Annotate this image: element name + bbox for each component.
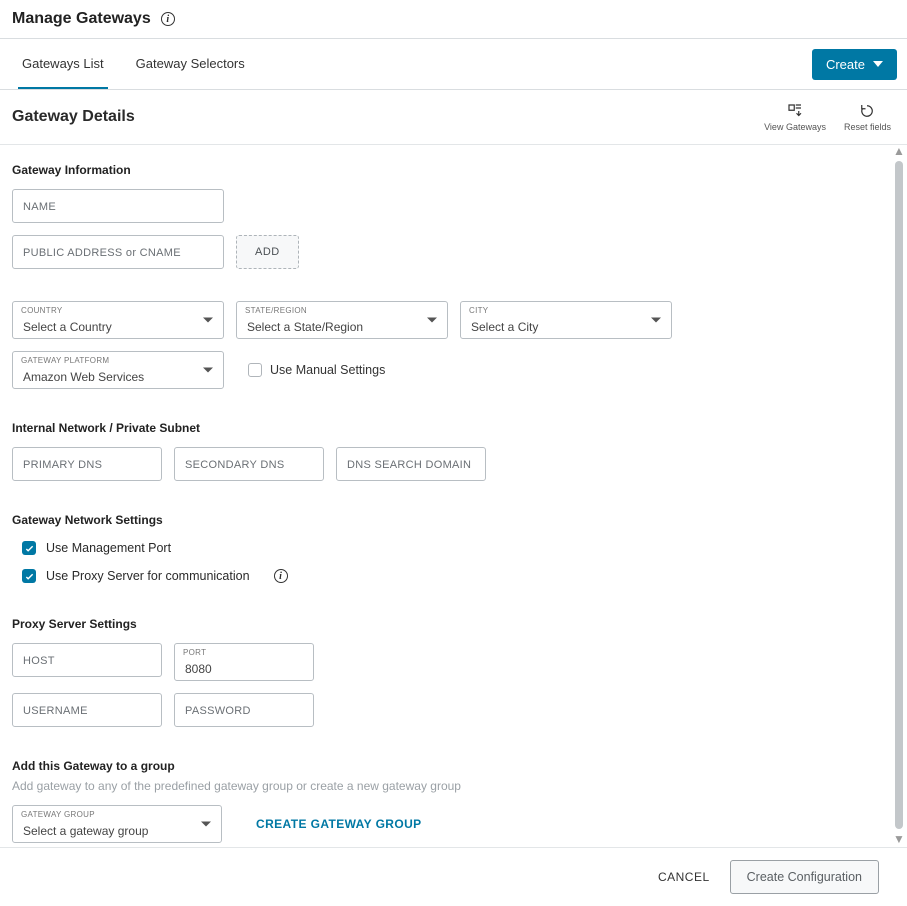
add-button[interactable]: ADD (236, 235, 299, 269)
view-gateways-label: View Gateways (764, 122, 826, 132)
tab-gateway-selectors[interactable]: Gateway Selectors (132, 39, 249, 89)
primary-dns-input[interactable] (13, 448, 161, 480)
use-proxy-checkbox[interactable]: Use Proxy Server for communication i (22, 569, 877, 583)
header-actions: View Gateways Reset fields (764, 102, 891, 132)
info-icon[interactable]: i (274, 569, 288, 583)
state-select[interactable]: STATE/REGION Select a State/Region (236, 301, 448, 339)
chevron-down-icon (873, 61, 883, 67)
details-title: Gateway Details (12, 108, 135, 126)
country-label: COUNTRY (21, 306, 63, 315)
scrollbar[interactable]: ▲ ▼ (893, 145, 905, 845)
use-proxy-label: Use Proxy Server for communication (46, 569, 250, 583)
form-body: Gateway Information ADD COUNTRY Select a… (0, 145, 907, 845)
primary-dns-field[interactable] (12, 447, 162, 481)
footer: CANCEL Create Configuration (0, 847, 907, 906)
page-header: Manage Gateways i (0, 0, 907, 34)
create-configuration-button[interactable]: Create Configuration (730, 860, 879, 894)
proxy-host-input[interactable] (13, 644, 161, 676)
secondary-dns-field[interactable] (174, 447, 324, 481)
state-label: STATE/REGION (245, 306, 307, 315)
create-button[interactable]: Create (812, 49, 897, 80)
proxy-username-field[interactable] (12, 693, 162, 727)
view-gateways-icon (786, 102, 804, 120)
platform-label: GATEWAY PLATFORM (21, 356, 109, 365)
public-address-field[interactable] (12, 235, 224, 269)
use-management-port-label: Use Management Port (46, 541, 171, 555)
section-group-sub: Add gateway to any of the predefined gat… (12, 779, 877, 793)
tab-gateways-list[interactable]: Gateways List (18, 39, 108, 89)
proxy-port-field[interactable]: PORT (174, 643, 314, 681)
view-gateways-action[interactable]: View Gateways (764, 102, 826, 132)
info-icon[interactable]: i (161, 12, 175, 26)
public-address-input[interactable] (13, 236, 223, 268)
checkbox-checked-icon (22, 541, 36, 555)
country-select[interactable]: COUNTRY Select a Country (12, 301, 224, 339)
city-label: CITY (469, 306, 488, 315)
secondary-dns-input[interactable] (175, 448, 323, 480)
cancel-button[interactable]: CANCEL (658, 870, 710, 884)
port-label: PORT (183, 648, 206, 657)
scroll-up-icon[interactable]: ▲ (893, 145, 905, 157)
tabs: Gateways List Gateway Selectors (0, 39, 273, 89)
details-header: Gateway Details View Gateways Reset fiel… (0, 90, 907, 145)
chevron-down-icon (651, 318, 661, 323)
checkbox-unchecked-icon (248, 363, 262, 377)
manual-settings-checkbox[interactable]: Use Manual Settings (248, 363, 385, 377)
section-proxy: Proxy Server Settings (12, 617, 877, 631)
page-title: Manage Gateways (12, 10, 151, 28)
gateway-group-label: GATEWAY GROUP (21, 810, 95, 819)
chevron-down-icon (203, 318, 213, 323)
tab-label: Gateways List (22, 56, 104, 71)
reset-fields-action[interactable]: Reset fields (844, 102, 891, 132)
name-input[interactable] (13, 190, 223, 222)
form-scroll-area: Gateway Information ADD COUNTRY Select a… (0, 145, 889, 845)
section-gateway-info: Gateway Information (12, 163, 877, 177)
tab-label: Gateway Selectors (136, 56, 245, 71)
city-value: Select a City (461, 302, 671, 338)
reset-icon (858, 102, 876, 120)
proxy-username-input[interactable] (13, 694, 161, 726)
platform-select[interactable]: GATEWAY PLATFORM Amazon Web Services (12, 351, 224, 389)
reset-fields-label: Reset fields (844, 122, 891, 132)
create-gateway-group-link[interactable]: CREATE GATEWAY GROUP (256, 817, 422, 831)
chevron-down-icon (203, 368, 213, 373)
section-gateway-network: Gateway Network Settings (12, 513, 877, 527)
name-field[interactable] (12, 189, 224, 223)
proxy-password-field[interactable] (174, 693, 314, 727)
dns-search-input[interactable] (337, 448, 485, 480)
scroll-down-icon[interactable]: ▼ (893, 833, 905, 845)
city-select[interactable]: CITY Select a City (460, 301, 672, 339)
chevron-down-icon (201, 822, 211, 827)
create-button-label: Create (826, 57, 865, 72)
dns-search-field[interactable] (336, 447, 486, 481)
use-management-port-checkbox[interactable]: Use Management Port (22, 541, 877, 555)
checkbox-checked-icon (22, 569, 36, 583)
chevron-down-icon (427, 318, 437, 323)
section-internal-network: Internal Network / Private Subnet (12, 421, 877, 435)
section-group: Add this Gateway to a group (12, 759, 877, 773)
proxy-password-input[interactable] (175, 694, 313, 726)
gateway-group-select[interactable]: GATEWAY GROUP Select a gateway group (12, 805, 222, 843)
proxy-host-field[interactable] (12, 643, 162, 677)
manual-settings-label: Use Manual Settings (270, 363, 385, 377)
scroll-thumb[interactable] (895, 161, 903, 829)
tab-bar: Gateways List Gateway Selectors Create (0, 38, 907, 90)
